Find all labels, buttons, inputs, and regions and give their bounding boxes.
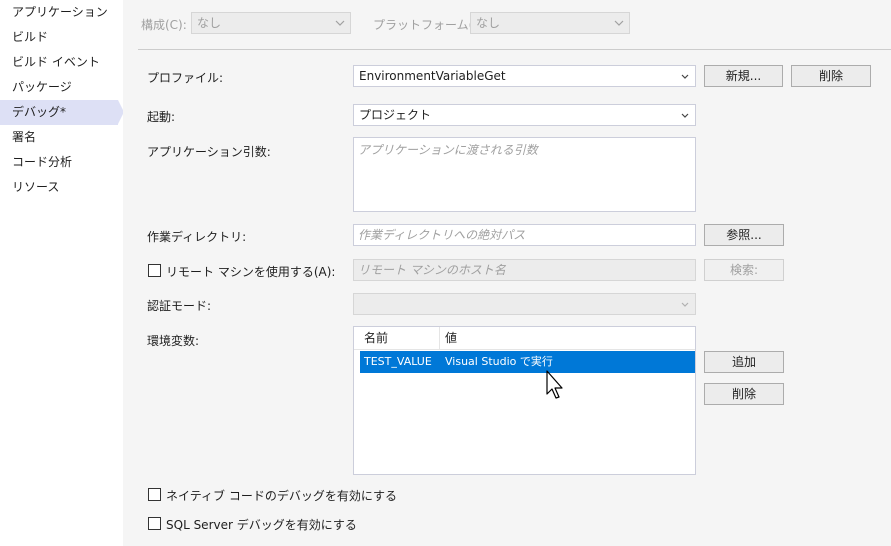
env-grid-header: 名前 値: [354, 327, 695, 350]
config-label: 構成(C):: [141, 18, 187, 32]
chevron-down-icon: [679, 109, 691, 121]
sidebar-item-package[interactable]: パッケージ: [0, 75, 118, 100]
sidebar-item-debug[interactable]: デバッグ*: [0, 100, 124, 125]
env-grid[interactable]: 名前 値 TEST_VALUE Visual Studio で実行: [353, 326, 696, 475]
header-divider: [138, 49, 891, 50]
sidebar-item-code-analysis[interactable]: コード分析: [0, 150, 118, 175]
platform-select[interactable]: なし: [470, 12, 630, 34]
remote-checkbox[interactable]: [148, 264, 161, 277]
config-value: なし: [197, 16, 222, 30]
delete-env-button[interactable]: 削除: [704, 383, 784, 405]
app-args-input[interactable]: アプリケーションに渡される引数: [353, 137, 696, 212]
env-column-name[interactable]: 名前: [364, 327, 388, 350]
workdir-label: 作業ディレクトリ:: [147, 230, 247, 244]
workdir-input[interactable]: 作業ディレクトリへの絶対パス: [353, 224, 696, 246]
chevron-down-icon: [334, 17, 346, 29]
env-label: 環境変数:: [147, 334, 200, 348]
native-debug-label: ネイティブ コードのデバッグを有効にする: [166, 489, 397, 503]
sidebar-item-build-events[interactable]: ビルド イベント: [0, 50, 118, 75]
app-args-label: アプリケーション引数:: [147, 145, 271, 159]
remote-host-input[interactable]: リモート マシンのホスト名: [353, 259, 696, 281]
chevron-down-icon: [679, 298, 691, 310]
sql-debug-label: SQL Server デバッグを有効にする: [166, 518, 357, 532]
platform-value: なし: [476, 16, 501, 30]
debug-settings-panel: 構成(C): なし プラットフォーム(M): なし プロファイル: Enviro…: [123, 0, 891, 546]
remote-label: リモート マシンを使用する(A):: [166, 265, 336, 279]
profile-value: EnvironmentVariableGet: [359, 69, 506, 83]
sidebar-item-signing[interactable]: 署名: [0, 125, 118, 150]
sidebar-item-resources[interactable]: リソース: [0, 175, 118, 200]
sidebar-item-build[interactable]: ビルド: [0, 25, 118, 50]
add-env-button[interactable]: 追加: [704, 351, 784, 373]
profile-select[interactable]: EnvironmentVariableGet: [353, 65, 696, 87]
column-divider: [439, 327, 440, 350]
launch-label: 起動:: [147, 110, 176, 124]
launch-value: プロジェクト: [359, 108, 432, 122]
sql-debug-checkbox[interactable]: [148, 517, 161, 530]
browse-button[interactable]: 参照...: [704, 224, 784, 246]
env-row-name[interactable]: TEST_VALUE: [364, 351, 432, 373]
launch-select[interactable]: プロジェクト: [353, 104, 696, 126]
workdir-placeholder: 作業ディレクトリへの絶対パス: [358, 228, 526, 242]
table-row[interactable]: TEST_VALUE Visual Studio で実行: [360, 351, 695, 373]
auth-label: 認証モード:: [147, 299, 212, 313]
config-select[interactable]: なし: [191, 12, 351, 34]
chevron-down-icon: [679, 70, 691, 82]
new-profile-button[interactable]: 新規...: [704, 65, 783, 87]
auth-select[interactable]: [353, 293, 696, 315]
sidebar-item-application[interactable]: アプリケーション: [0, 0, 118, 25]
env-row-value[interactable]: Visual Studio で実行: [445, 351, 553, 373]
remote-host-placeholder: リモート マシンのホスト名: [358, 263, 506, 277]
delete-profile-button[interactable]: 削除: [791, 65, 871, 87]
sidebar-nav: アプリケーション ビルド ビルド イベント パッケージ デバッグ* 署名 コード…: [0, 0, 124, 546]
env-column-value[interactable]: 値: [445, 327, 457, 350]
app-args-placeholder: アプリケーションに渡される引数: [358, 143, 538, 157]
search-remote-button[interactable]: 検索:: [704, 259, 784, 281]
chevron-down-icon: [613, 17, 625, 29]
native-debug-checkbox[interactable]: [148, 488, 161, 501]
profile-label: プロファイル:: [147, 71, 224, 85]
